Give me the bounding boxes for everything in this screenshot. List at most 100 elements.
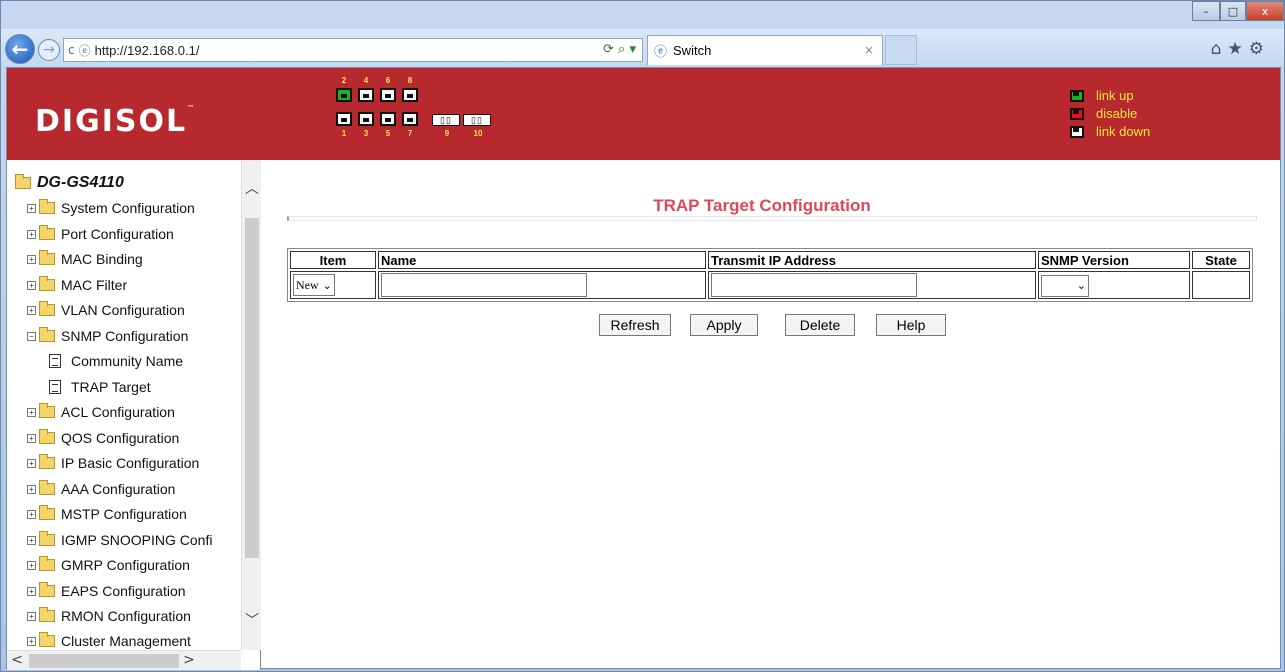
sfp-port-9-icon[interactable]: ▯▯ — [432, 114, 460, 126]
sidebar-item-gmrp-configuration[interactable]: + GMRP Configuration — [27, 555, 190, 575]
port-number: 5 — [385, 129, 391, 138]
close-tab-icon[interactable]: × — [864, 43, 874, 57]
port-1-link-down-icon[interactable] — [336, 112, 352, 126]
port-4-link-down-icon[interactable] — [358, 88, 374, 102]
sidebar-item-community-name[interactable]: Community Name — [49, 351, 183, 371]
browser-window: – □ x ← → c ⓔ http://192.168.0.1/ ⟳ ⌕ ▾ … — [0, 0, 1285, 672]
tab-switch[interactable]: ⓔ Switch × — [647, 35, 883, 65]
expand-icon[interactable]: + — [27, 280, 36, 290]
title-bar: – □ x — [1, 1, 1284, 29]
port-7-link-down-icon[interactable] — [402, 112, 418, 126]
sfp-port-10-icon[interactable]: ▯▯ — [463, 114, 491, 126]
new-tab-button[interactable] — [885, 35, 917, 65]
folder-icon — [39, 429, 55, 444]
sidebar-item-cluster-management[interactable]: + Cluster Management — [27, 631, 191, 650]
expand-icon[interactable]: + — [27, 535, 36, 545]
refresh-icon[interactable]: c — [68, 43, 75, 57]
toolbar-icons[interactable]: ⌂★⚙ — [1211, 39, 1270, 59]
expand-icon[interactable]: + — [27, 560, 36, 570]
sidebar-item-port-configuration[interactable]: + Port Configuration — [27, 224, 174, 244]
device-header: DIGISOL™ 2 4 6 8 1 3 5 7 ▯▯ ▯▯ 9 10 link… — [7, 68, 1280, 160]
legend-link-down: link down — [1070, 124, 1150, 139]
ie-tab-icon: ⓔ — [654, 45, 668, 60]
transmit-ip-input[interactable] — [711, 273, 917, 297]
forward-button[interactable]: → — [38, 39, 60, 61]
address-url: http://192.168.0.1/ — [94, 42, 200, 58]
expand-icon[interactable]: + — [27, 586, 36, 596]
sidebar-item-eaps-configuration[interactable]: + EAPS Configuration — [27, 581, 186, 601]
expand-icon[interactable]: + — [27, 407, 36, 417]
sidebar-horizontal-scrollbar[interactable]: < > — [7, 650, 241, 670]
name-input[interactable] — [381, 273, 587, 297]
expand-icon[interactable]: + — [27, 636, 36, 646]
port-number: 4 — [363, 76, 369, 85]
snmp-version-select[interactable]: ⌄ — [1041, 274, 1089, 297]
port-8-link-down-icon[interactable] — [402, 88, 418, 102]
expand-icon[interactable]: + — [27, 509, 36, 519]
sidebar-item-acl-configuration[interactable]: + ACL Configuration — [27, 402, 175, 422]
maximize-button[interactable]: □ — [1220, 1, 1246, 21]
port-3-link-down-icon[interactable] — [358, 112, 374, 126]
refresh-button[interactable]: Refresh — [599, 314, 671, 336]
expand-icon[interactable]: + — [27, 458, 36, 468]
vertical-scroll-thumb[interactable] — [245, 218, 259, 558]
tree-root[interactable]: DG-GS4110 — [15, 174, 124, 192]
address-bar[interactable]: c ⓔ http://192.168.0.1/ ⟳ ⌕ ▾ — [63, 38, 643, 62]
help-button[interactable]: Help — [876, 314, 946, 336]
sidebar-item-mstp-configuration[interactable]: + MSTP Configuration — [27, 504, 187, 524]
folder-icon — [39, 531, 55, 546]
expand-icon[interactable]: + — [27, 305, 36, 315]
expand-icon[interactable]: + — [27, 433, 36, 443]
port-2-link-up-icon[interactable] — [336, 88, 352, 102]
port-5-link-down-icon[interactable] — [380, 112, 396, 126]
item-cell: New ⌄ — [290, 271, 376, 299]
nav-tree: DG-GS4110 + System Configuration + Port Co… — [7, 160, 241, 650]
table-header-row: Item Name Transmit IP Address SNMP Versi… — [290, 251, 1250, 269]
port-number: 7 — [407, 129, 413, 138]
scroll-left-icon[interactable]: < — [7, 652, 27, 668]
sidebar-item-aaa-configuration[interactable]: + AAA Configuration — [27, 479, 175, 499]
scroll-down-icon[interactable]: ﹀ — [242, 610, 262, 630]
sidebar-item-mac-binding[interactable]: + MAC Binding — [27, 249, 143, 269]
forward-arrow-icon: → — [43, 42, 55, 58]
compat-search-icons[interactable]: ⟳ ⌕ ▾ — [603, 42, 636, 57]
scroll-right-icon[interactable]: > — [179, 652, 199, 668]
sidebar-item-rmon-configuration[interactable]: + RMON Configuration — [27, 606, 191, 626]
expand-icon[interactable]: + — [27, 611, 36, 621]
item-select[interactable]: New ⌄ — [293, 274, 335, 296]
sidebar-item-system-configuration[interactable]: + System Configuration — [27, 198, 195, 218]
folder-icon — [39, 607, 55, 622]
sidebar-vertical-scrollbar[interactable]: ︿ ﹀ — [241, 160, 261, 650]
back-button[interactable]: ← — [5, 34, 35, 64]
expand-icon[interactable]: + — [27, 254, 36, 264]
sidebar-item-snmp-configuration[interactable]: − SNMP Configuration — [27, 326, 188, 346]
page-icon — [49, 354, 61, 368]
horizontal-scroll-thumb[interactable] — [29, 654, 179, 668]
folder-icon — [39, 556, 55, 571]
expand-icon[interactable]: + — [27, 484, 36, 494]
folder-icon — [39, 582, 55, 597]
expand-icon[interactable]: + — [27, 203, 36, 213]
sidebar: DG-GS4110 + System Configuration + Port Co… — [7, 160, 261, 670]
expand-icon[interactable]: + — [27, 229, 36, 239]
scroll-up-icon[interactable]: ︿ — [242, 178, 262, 198]
sidebar-item-igmp-snooping-configuration[interactable]: + IGMP SNOOPING Confi — [27, 530, 212, 550]
page-content: DIGISOL™ 2 4 6 8 1 3 5 7 ▯▯ ▯▯ 9 10 link… — [6, 67, 1281, 670]
delete-button[interactable]: Delete — [785, 314, 855, 336]
open-folder-icon — [15, 174, 31, 189]
trap-target-table: Item Name Transmit IP Address SNMP Versi… — [287, 248, 1253, 302]
collapse-icon[interactable]: − — [27, 331, 36, 341]
minimize-button[interactable]: – — [1192, 1, 1220, 21]
chevron-down-icon: ⌄ — [1076, 279, 1086, 292]
apply-button[interactable]: Apply — [690, 314, 758, 336]
close-window-button[interactable]: x — [1246, 1, 1284, 21]
folder-icon — [39, 250, 55, 265]
port-6-link-down-icon[interactable] — [380, 88, 396, 102]
sidebar-item-vlan-configuration[interactable]: + VLAN Configuration — [27, 300, 185, 320]
sidebar-item-qos-configuration[interactable]: + QOS Configuration — [27, 428, 179, 448]
sidebar-item-trap-target[interactable]: TRAP Target — [49, 377, 151, 397]
table-row: New ⌄ ⌄ — [290, 271, 1250, 299]
sidebar-item-mac-filter[interactable]: + MAC Filter — [27, 275, 127, 295]
sidebar-item-ip-basic-configuration[interactable]: + IP Basic Configuration — [27, 453, 199, 473]
navigation-bar: ← → c ⓔ http://192.168.0.1/ ⟳ ⌕ ▾ ⓔ Swit… — [1, 29, 1284, 67]
